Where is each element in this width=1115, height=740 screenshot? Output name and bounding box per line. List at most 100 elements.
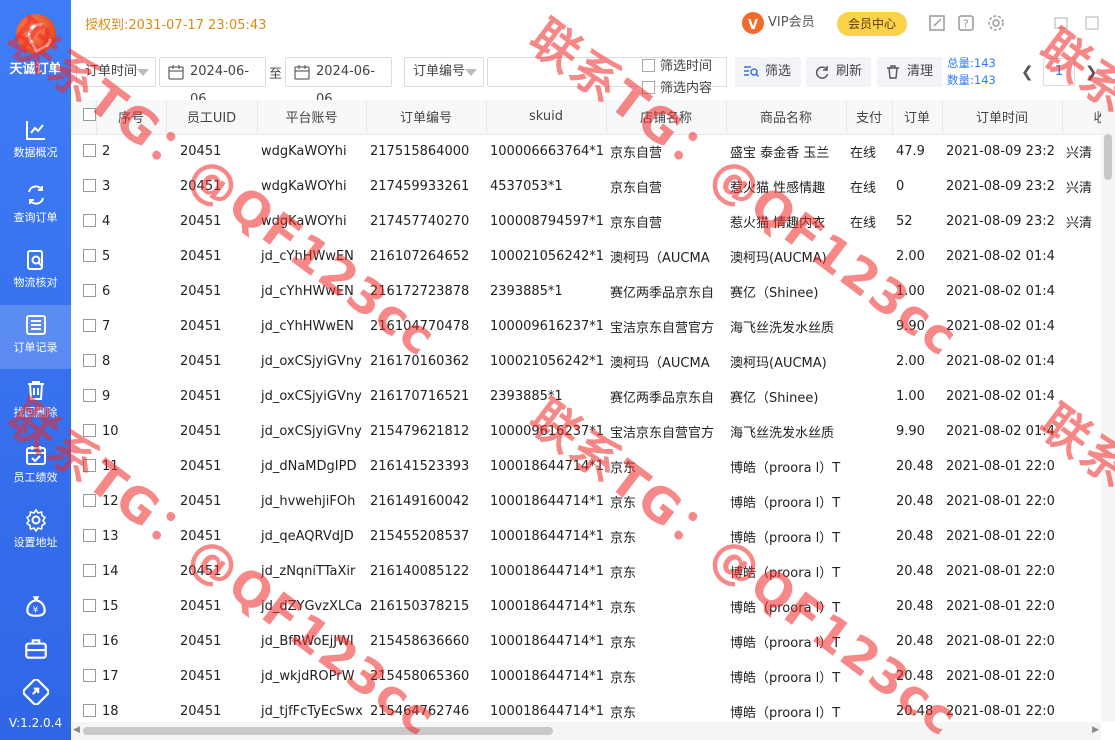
table-row[interactable]: 16 20451 jd_BfRWoEjJWI 215458636660 10001864…	[71, 624, 1101, 659]
row-checkbox[interactable]	[71, 239, 96, 274]
column-header[interactable]: 员工UID	[166, 100, 258, 135]
row-checkbox[interactable]	[71, 204, 96, 239]
column-header[interactable]: 订单	[892, 100, 943, 135]
table-row[interactable]: 6 20451 jd_cYhHWwEN 216172723878 2393885*1 赛亿…	[71, 274, 1101, 309]
column-header[interactable]: 订单时间	[942, 100, 1063, 135]
row-checkbox[interactable]	[71, 659, 96, 694]
table-row[interactable]: 18 20451 jd_tjfFcTyEcSwx 215464762746 100018…	[71, 694, 1101, 722]
table-row[interactable]: 8 20451 jd_oxCSjyiGVny 216170160362 10002105…	[71, 344, 1101, 379]
row-checkbox[interactable]	[71, 484, 96, 519]
row-checkbox[interactable]	[71, 379, 96, 414]
sidebar-item-query-orders[interactable]: 查询订单	[0, 175, 71, 239]
select-all-checkbox[interactable]	[71, 100, 97, 135]
table-row[interactable]: 10 20451 jd_oxCSjyiGVny 215479621812 1000096…	[71, 414, 1101, 449]
member-center-button[interactable]: 会员中心	[837, 12, 907, 36]
table-cell: 盛宝 泰金香 玉兰	[730, 146, 830, 162]
end-date-field[interactable]: 2024-06-06	[285, 57, 392, 107]
scroll-thumb[interactable]	[1104, 134, 1112, 180]
briefcase-icon[interactable]	[23, 636, 49, 662]
table-row[interactable]: 13 20451 jd_qeAQRVdJD 215455208537 100018644…	[71, 519, 1101, 554]
column-header[interactable]: 店铺名称	[606, 100, 727, 135]
table-cell: 4537053*1	[490, 179, 563, 194]
column-header[interactable]: 序号	[96, 100, 167, 135]
table-row[interactable]: 2 20451 wdgKaWOYhi 217515864000 100006663764…	[71, 134, 1101, 169]
scroll-right-icon[interactable]: ▶	[1092, 725, 1099, 735]
refresh-button-label: 刷新	[836, 64, 863, 79]
table-row[interactable]: 15 20451 jd_dZYGvzXLCa 216150378215 10001864…	[71, 589, 1101, 624]
row-checkbox[interactable]	[71, 134, 96, 169]
start-date-field[interactable]: 2024-06-06	[159, 57, 266, 107]
table-row[interactable]: 4 20451 wdgKaWOYhi 217457740270 100008794597…	[71, 204, 1101, 239]
filter-time-checkbox[interactable]: 筛选时间	[642, 55, 712, 74]
table-cell: 215464762746	[370, 704, 470, 719]
table-cell	[846, 519, 892, 554]
table-cell: 1.00	[896, 284, 925, 299]
table-row[interactable]: 14 20451 jd_zNqniTTaXir 216140085122 1000186…	[71, 554, 1101, 589]
filter-button[interactable]: 筛选	[735, 57, 801, 87]
table-cell: jd_cYhHWwEN	[261, 319, 354, 334]
sidebar-item-settings-address[interactable]: 设置地址	[0, 500, 71, 564]
prev-page-icon[interactable]: ❮	[1021, 63, 1034, 81]
table-cell: wdgKaWOYhi	[261, 179, 347, 194]
vip-link[interactable]: VIP会员	[742, 11, 815, 38]
table-row[interactable]: 7 20451 jd_cYhHWwEN 216104770478 10000961623…	[71, 309, 1101, 344]
column-header[interactable]: 订单编号	[366, 100, 487, 135]
totals-summary: 总量:143 数量:143	[947, 55, 996, 89]
filter-content-checkbox[interactable]: 筛选内容	[642, 77, 712, 96]
column-header[interactable]: 支付	[846, 100, 893, 135]
row-checkbox[interactable]	[71, 554, 96, 589]
page-number-input[interactable]: 1	[1043, 58, 1075, 86]
table-row[interactable]: 12 20451 jd_hvwehjiFOh 216149160042 10001864…	[71, 484, 1101, 519]
column-header[interactable]: 平台账号	[257, 100, 367, 135]
row-checkbox[interactable]	[71, 414, 96, 449]
table-cell: 20451	[180, 249, 222, 264]
column-header[interactable]: skuid	[486, 100, 607, 135]
row-checkbox[interactable]	[71, 624, 96, 659]
table-row[interactable]: 11 20451 jd_dNaMDgIPD 216141523393 100018644…	[71, 449, 1101, 484]
table-cell: 217457740270	[370, 214, 470, 229]
row-checkbox[interactable]	[71, 309, 96, 344]
sidebar-item-order-records[interactable]: 订单记录	[0, 305, 71, 369]
row-checkbox[interactable]	[71, 169, 96, 204]
scroll-left-icon[interactable]: ◀	[73, 725, 80, 735]
edit-icon[interactable]	[928, 14, 946, 32]
column-header[interactable]: 商品名称	[726, 100, 847, 135]
table-row[interactable]: 3 20451 wdgKaWOYhi 217459933261 4537053*1 京东自…	[71, 169, 1101, 204]
share-icon[interactable]	[23, 679, 49, 705]
row-checkbox[interactable]	[71, 274, 96, 309]
table-cell: 1.00	[896, 389, 925, 404]
settings-icon[interactable]	[987, 14, 1005, 32]
horizontal-scrollbar[interactable]: ◀ ▶	[71, 722, 1101, 740]
table-row[interactable]: 5 20451 jd_cYhHWwEN 216107264652 10002105624…	[71, 239, 1101, 274]
refresh-button[interactable]: 刷新	[806, 57, 871, 87]
table-cell	[846, 309, 892, 344]
row-checkbox[interactable]	[71, 344, 96, 379]
row-checkbox[interactable]	[71, 694, 96, 722]
help-icon[interactable]: ?	[957, 14, 975, 32]
time-type-select[interactable]: 订单时间	[76, 57, 156, 87]
table-row[interactable]: 9 20451 jd_oxCSjyiGVny 216170716521 2393885*…	[71, 379, 1101, 414]
vertical-scrollbar[interactable]	[1101, 100, 1115, 722]
sidebar-item-staff-performance[interactable]: 员工绩效	[0, 435, 71, 499]
table-cell: 100018644714*1	[490, 459, 605, 474]
checkbox-icon	[83, 249, 96, 262]
column-header[interactable]: 收货	[1062, 100, 1101, 135]
checkbox-icon	[83, 284, 96, 297]
row-checkbox[interactable]	[71, 519, 96, 554]
next-page-icon[interactable]: ❯	[1085, 63, 1098, 81]
table-cell: 惹火猫 情趣内衣	[730, 216, 826, 231]
row-checkbox[interactable]	[71, 589, 96, 624]
clear-button[interactable]: 清理	[877, 57, 942, 87]
maximize-icon[interactable]	[1083, 14, 1101, 32]
row-checkbox[interactable]	[71, 449, 96, 484]
svg-text:?: ?	[963, 18, 969, 31]
sidebar-item-data-overview[interactable]: 数据概况	[0, 110, 71, 174]
sidebar-item-recover-deleted[interactable]: 找回删除	[0, 370, 71, 434]
field-type-select[interactable]: 订单编号	[404, 57, 484, 87]
sidebar-item-logistics[interactable]: 物流核对	[0, 240, 71, 304]
table-row[interactable]: 17 20451 jd_wkjdROPrW 215458065360 100018644…	[71, 659, 1101, 694]
table-cell: 20451	[180, 704, 222, 719]
money-bag-icon[interactable]: ¥	[23, 593, 49, 619]
scroll-thumb[interactable]	[83, 727, 553, 735]
minimize-icon[interactable]	[1052, 14, 1070, 32]
